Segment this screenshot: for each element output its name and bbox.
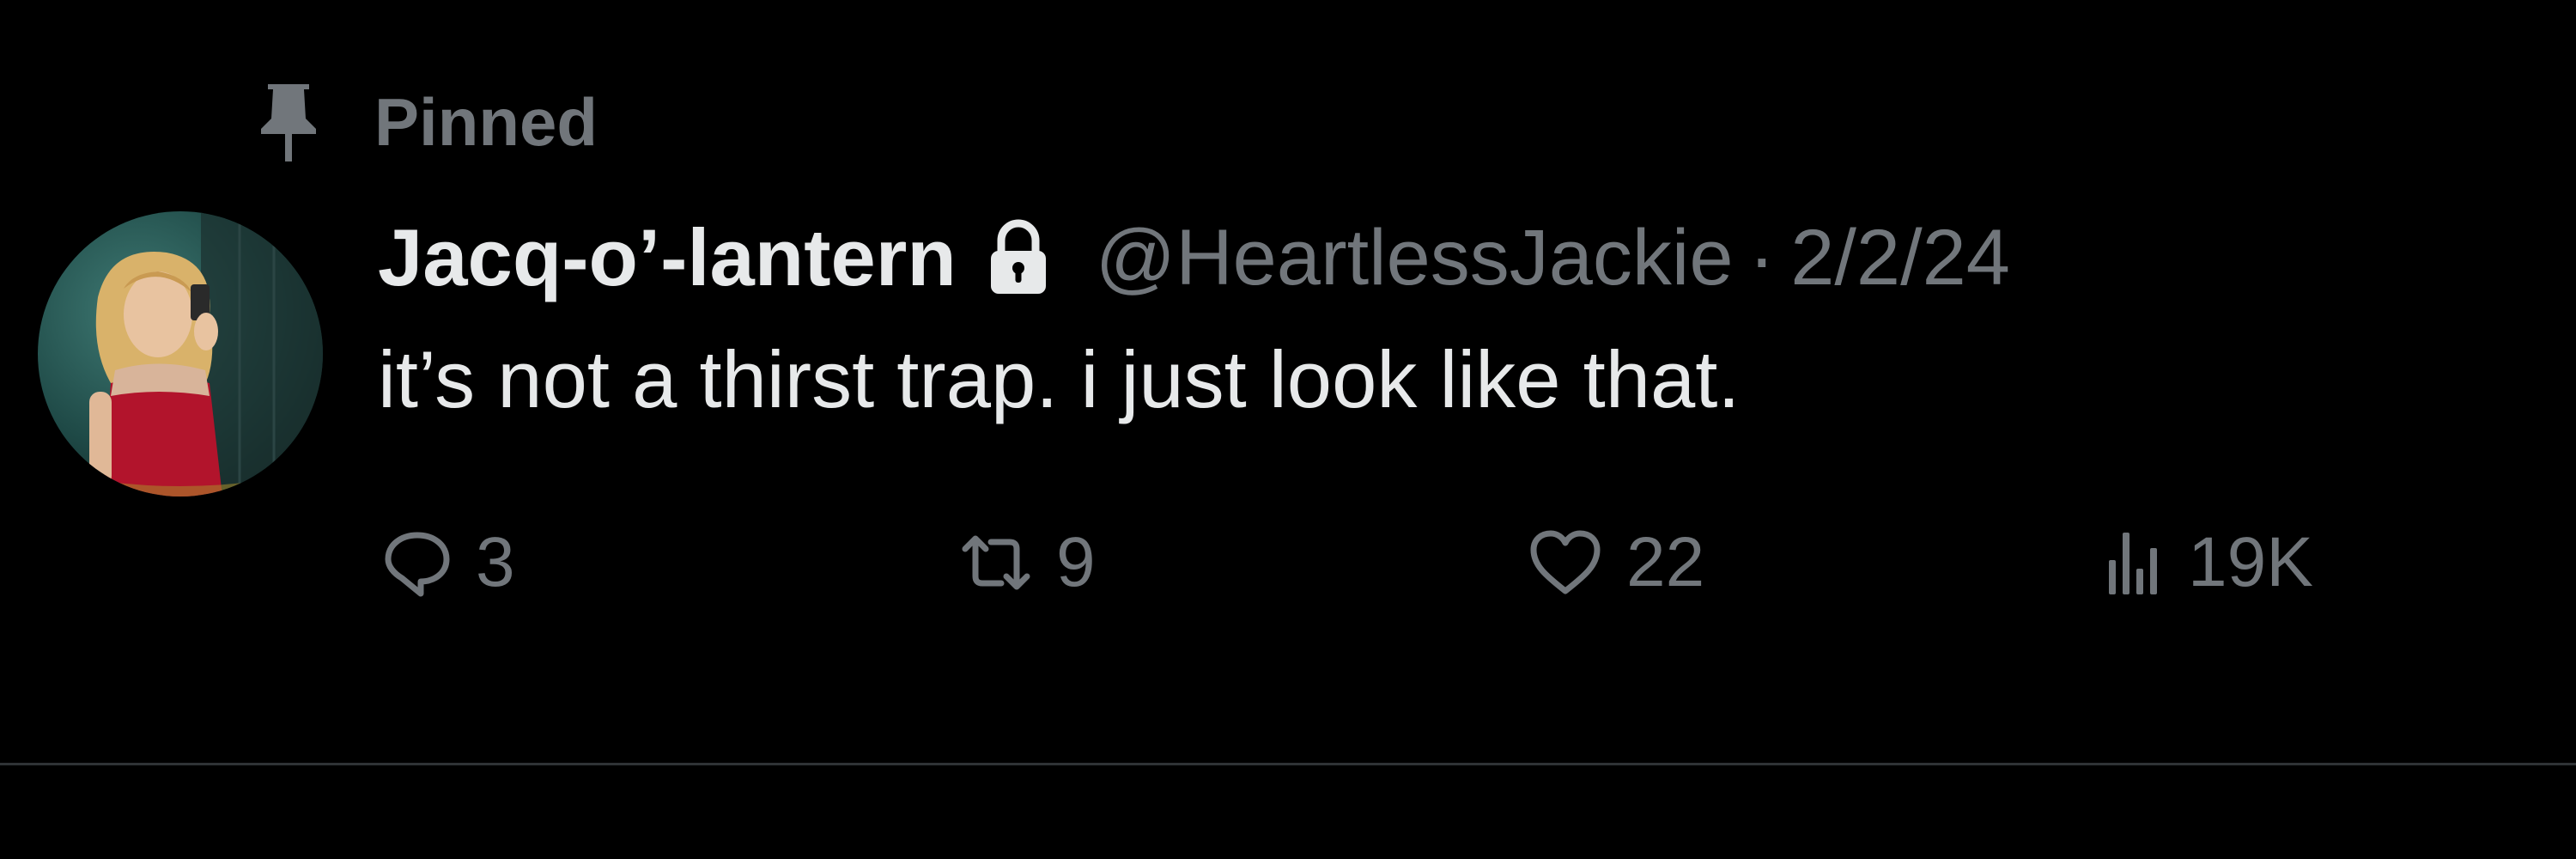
reply-button[interactable]: 3 xyxy=(383,507,515,618)
author-display-name[interactable]: Jacq-o’-lantern xyxy=(378,211,957,304)
avatar[interactable] xyxy=(38,211,323,497)
author-handle[interactable]: @HeartlessJackie xyxy=(1096,213,1734,303)
pinned-indicator: Pinned xyxy=(249,79,598,165)
tweet-text: it’s not a thirst trap. i just look like… xyxy=(378,334,1741,424)
retweet-button[interactable]: 9 xyxy=(960,507,1096,618)
views-count: 19K xyxy=(2188,523,2313,601)
pinned-tweet[interactable]: Pinned Jacq-o’-lantern @HeartlessJackie … xyxy=(0,0,2576,859)
retweet-icon xyxy=(960,528,1032,597)
like-count: 22 xyxy=(1626,523,1705,601)
views-button[interactable]: 19K xyxy=(2104,507,2313,618)
divider xyxy=(0,763,2576,765)
lock-icon xyxy=(986,216,1054,299)
reply-count: 3 xyxy=(476,523,515,601)
reply-icon xyxy=(383,528,452,597)
tweet-date[interactable]: 2/2/24 xyxy=(1790,213,2010,303)
pin-icon xyxy=(249,79,328,165)
views-icon xyxy=(2104,527,2164,598)
separator-dot: · xyxy=(1748,213,1776,302)
retweet-count: 9 xyxy=(1056,523,1096,601)
like-button[interactable]: 22 xyxy=(1528,507,1704,618)
heart-icon xyxy=(1528,529,1602,596)
tweet-header: Jacq-o’-lantern @HeartlessJackie · 2/2/2… xyxy=(378,206,2010,309)
action-bar: 3 9 22 19K xyxy=(378,507,2439,618)
pinned-label: Pinned xyxy=(374,83,598,160)
